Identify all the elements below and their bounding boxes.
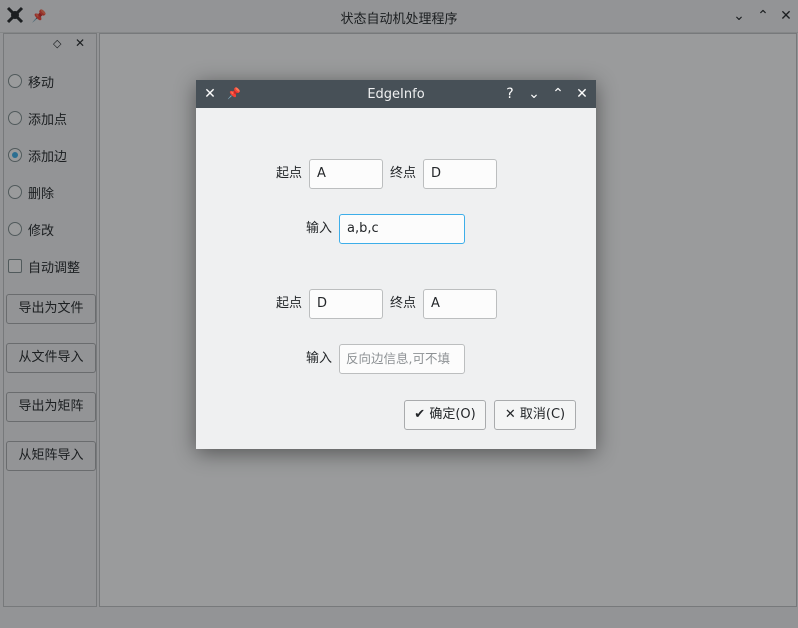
help-icon[interactable]: ? — [500, 84, 520, 104]
edge2-input-field[interactable]: 反向边信息,可不填 — [339, 344, 465, 374]
edge2-end-field[interactable]: A — [423, 289, 497, 319]
minimize-icon[interactable]: ⌄ — [524, 84, 544, 104]
close-icon[interactable]: ✕ — [572, 84, 592, 104]
maximize-icon[interactable]: ⌃ — [548, 84, 568, 104]
edge1-end-field[interactable]: D — [423, 159, 497, 189]
cancel-label: 取消(C) — [519, 407, 566, 422]
edge2-end-label: 终点 — [390, 296, 417, 311]
dialog-titlebar: ✕ 📌 EdgeInfo ? ⌄ ⌃ ✕ — [196, 80, 596, 108]
ok-label: 确定(O) — [429, 407, 476, 422]
ok-button[interactable]: ✔ 确定(O) — [404, 400, 486, 430]
edge1-start-field[interactable]: A — [309, 159, 383, 189]
edge1-end-label: 终点 — [390, 166, 417, 181]
edge1-input-field[interactable]: a,b,c — [339, 214, 465, 244]
edge2-start-label: 起点 — [276, 296, 303, 311]
edge1-input-label: 输入 — [306, 221, 333, 236]
cancel-x-icon: ✕ — [504, 407, 516, 422]
edge-info-dialog: ✕ 📌 EdgeInfo ? ⌄ ⌃ ✕ 起点 A 终点 D 输入 a,b,c … — [196, 80, 596, 449]
edge2-start-field[interactable]: D — [309, 289, 383, 319]
edge1-start-label: 起点 — [276, 166, 303, 181]
check-icon: ✔ — [414, 407, 426, 422]
cancel-button[interactable]: ✕ 取消(C) — [494, 400, 576, 430]
edge2-input-label: 输入 — [306, 351, 333, 366]
